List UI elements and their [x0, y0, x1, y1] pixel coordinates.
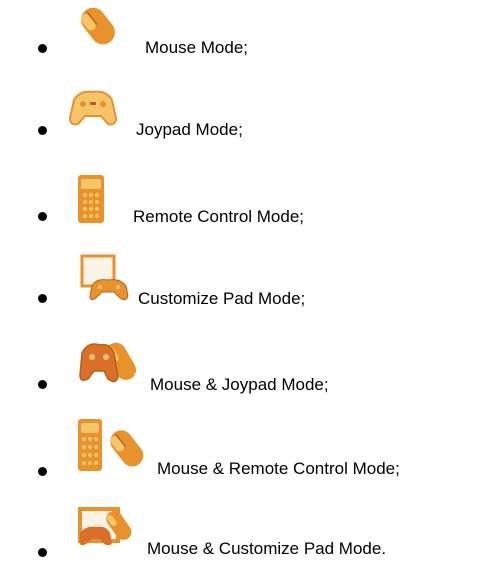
list-item: Mouse & Joypad Mode; — [0, 333, 497, 394]
mode-label: Mouse & Remote Control Mode; — [157, 459, 400, 478]
remote-control-icon — [78, 175, 104, 223]
list-item: Mouse & Customize Pad Mode. — [0, 497, 497, 558]
mode-label: Customize Pad Mode; — [138, 289, 306, 308]
bullet — [38, 212, 47, 221]
customize-pad-icon — [80, 254, 129, 301]
bullet — [38, 548, 47, 557]
list-item: Mouse Mode; — [0, 0, 497, 60]
joypad-icon — [68, 90, 118, 126]
bullet — [38, 126, 47, 135]
mode-label: Mouse Mode; — [145, 38, 248, 57]
mode-list: Mouse Mode; Joypad Mode; Remote Control … — [0, 0, 497, 561]
list-item: Mouse & Remote Control Mode; — [0, 415, 497, 478]
mouse-icon — [81, 7, 115, 45]
list-item: Joypad Mode; — [0, 80, 497, 140]
mode-label: Joypad Mode; — [136, 120, 243, 139]
mouse-remote-control-icon — [78, 419, 144, 471]
mouse-customize-pad-icon — [78, 507, 132, 546]
list-item: Customize Pad Mode; — [0, 252, 497, 312]
bullet — [38, 294, 47, 303]
mouse-joypad-icon — [79, 342, 136, 383]
bullet — [38, 467, 47, 476]
mode-label: Mouse & Customize Pad Mode. — [147, 539, 387, 558]
mode-label: Remote Control Mode; — [133, 207, 305, 226]
mode-label: Mouse & Joypad Mode; — [150, 375, 329, 394]
bullet — [38, 380, 47, 389]
list-item: Remote Control Mode; — [0, 165, 497, 226]
bullet — [38, 44, 47, 53]
